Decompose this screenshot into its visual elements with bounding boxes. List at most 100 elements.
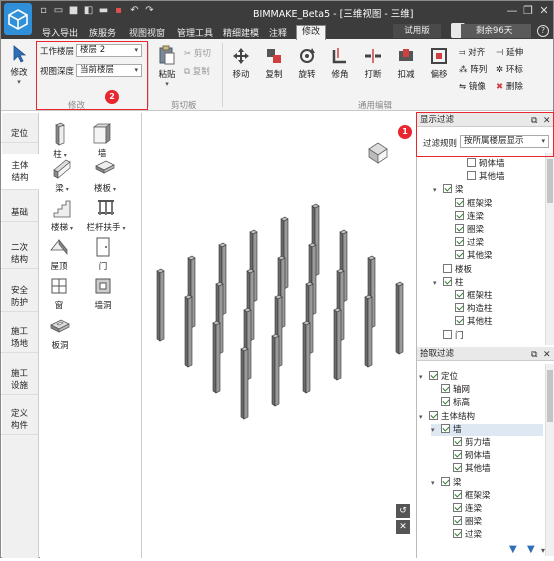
menu-import-export[interactable]: 导入导出: [42, 26, 78, 39]
expand-toggle-icon[interactable]: ▾: [419, 371, 427, 383]
column-element[interactable]: [271, 333, 280, 407]
column-element[interactable]: [212, 320, 221, 394]
component-wall[interactable]: 墙: [89, 123, 115, 159]
tree-item[interactable]: 砌体墙: [443, 450, 543, 462]
undo-icon[interactable]: ↶: [129, 6, 140, 16]
nav-item-safety[interactable]: 安全 防护: [1, 282, 38, 312]
align-button[interactable]: ⫤ 对齐: [459, 46, 485, 58]
checkbox[interactable]: [453, 489, 462, 499]
view-cube-icon[interactable]: [365, 139, 391, 165]
checkbox[interactable]: [467, 158, 476, 167]
checkbox[interactable]: [441, 476, 450, 486]
expand-toggle-icon[interactable]: ▾: [419, 411, 427, 423]
app-logo-icon[interactable]: [4, 3, 32, 35]
checkbox[interactable]: [441, 384, 450, 394]
checkbox[interactable]: [443, 276, 452, 286]
tree-item[interactable]: 连梁: [443, 503, 543, 515]
checkbox[interactable]: [455, 290, 464, 299]
3d-viewport[interactable]: [142, 113, 416, 558]
column-element[interactable]: [333, 307, 342, 381]
column-element[interactable]: [395, 281, 404, 355]
tree-item[interactable]: ▾ 梁: [433, 184, 543, 196]
tree-item[interactable]: 构造柱: [445, 303, 543, 315]
tree-item[interactable]: 剪力墙: [443, 437, 543, 449]
tree-item[interactable]: ▾ 梁: [431, 476, 543, 489]
view-depth-select[interactable]: 当前楼层 ▾: [76, 64, 142, 77]
folder-icon[interactable]: ▬: [98, 6, 109, 16]
checkbox[interactable]: [455, 237, 464, 247]
tree-item[interactable]: 圈梁: [443, 516, 543, 528]
nav-item-positioning[interactable]: 定位: [1, 125, 38, 143]
tree-item[interactable]: 其他梁: [445, 250, 543, 262]
close-view-icon[interactable]: ✕: [396, 520, 410, 534]
tree-item[interactable]: ▾ 墙: [431, 423, 543, 436]
component-column[interactable]: 柱 ▾: [47, 122, 73, 160]
filter-icon[interactable]: ▼: [509, 544, 517, 555]
checkbox[interactable]: [443, 184, 452, 194]
cut-button[interactable]: ✂ 剪切: [184, 47, 211, 59]
pin-icon[interactable]: ⧉: [531, 348, 537, 362]
scrollbar-thumb[interactable]: [547, 159, 553, 203]
loop-button[interactable]: ✲ 环标: [496, 63, 523, 75]
tree-item[interactable]: 楼板: [433, 263, 543, 276]
trim-button[interactable]: 修角: [328, 47, 352, 80]
break-button[interactable]: 打断: [361, 47, 385, 80]
minimize-icon[interactable]: —: [505, 4, 519, 18]
tree-item[interactable]: ▾ 主体结构: [419, 410, 543, 423]
redo-icon[interactable]: ↷: [144, 6, 155, 16]
filter-settings-icon[interactable]: ▼: [527, 544, 535, 555]
column-element[interactable]: [184, 294, 193, 368]
nav-item-secondary-structure[interactable]: 二次 结构: [1, 239, 38, 269]
nav-item-custom-component[interactable]: 定义 构件: [1, 405, 38, 435]
work-level-select[interactable]: 楼层 2 ▾: [76, 44, 142, 57]
column-element[interactable]: [364, 294, 373, 368]
component-wall-opening[interactable]: 墙洞: [89, 277, 117, 311]
mirror-button[interactable]: ⇋ 镜像: [459, 80, 486, 92]
close-icon[interactable]: ✕: [537, 4, 551, 18]
paste-button[interactable]: 粘贴 ▾: [155, 45, 179, 88]
tree-item[interactable]: 门: [433, 329, 543, 342]
tree-item[interactable]: 框架柱: [445, 290, 543, 302]
expand-toggle-icon[interactable]: ▾: [433, 277, 441, 289]
checkbox[interactable]: [429, 371, 438, 380]
open-file-icon[interactable]: ▭: [53, 6, 64, 16]
close-icon[interactable]: ✕: [543, 114, 551, 128]
copy-button[interactable]: 复制: [262, 47, 286, 80]
save-as-icon[interactable]: ◧: [83, 6, 94, 16]
display-filter-scrollbar[interactable]: [545, 153, 554, 345]
pick-filter-scrollbar[interactable]: [545, 364, 554, 556]
restore-icon[interactable]: ❐: [521, 4, 535, 18]
checkbox[interactable]: [455, 210, 464, 220]
tree-item[interactable]: 轴网: [431, 384, 543, 396]
checkbox[interactable]: [443, 329, 452, 339]
tree-item[interactable]: 过梁: [445, 237, 543, 249]
tab-modify[interactable]: 修改: [296, 25, 326, 40]
tree-item[interactable]: 框架梁: [445, 197, 543, 210]
checkbox[interactable]: [441, 423, 450, 433]
buckle-button[interactable]: 扣减: [394, 47, 418, 80]
menu-manage-tools[interactable]: 管理工具: [177, 26, 213, 39]
copy-small-button[interactable]: ⧉ 复制: [184, 65, 210, 77]
expand-toggle-icon[interactable]: ▾: [431, 424, 439, 436]
checkbox[interactable]: [455, 197, 464, 207]
checkbox[interactable]: [453, 516, 462, 526]
filter-rule-select[interactable]: 按所属楼层显示 ▾: [460, 135, 549, 148]
component-railing[interactable]: 栏杆扶手 ▾: [85, 197, 127, 233]
column-element[interactable]: [240, 346, 249, 420]
status-dropdown-icon[interactable]: ▾: [541, 546, 545, 555]
checkbox[interactable]: [441, 397, 450, 407]
close-icon[interactable]: ✕: [543, 348, 551, 362]
checkbox[interactable]: [455, 303, 464, 313]
menu-family-service[interactable]: 族服务: [89, 26, 116, 39]
tree-item[interactable]: 其他柱: [445, 316, 543, 328]
nav-item-site[interactable]: 施工 场地: [1, 323, 38, 353]
move-button[interactable]: 移动: [229, 47, 253, 80]
tree-item[interactable]: 其他墙: [443, 463, 543, 475]
checkbox[interactable]: [453, 463, 462, 473]
checkbox[interactable]: [453, 437, 462, 446]
column-element[interactable]: [156, 268, 165, 342]
nav-item-main-structure[interactable]: 主体 结构: [1, 154, 39, 190]
checkbox[interactable]: [443, 263, 452, 273]
extend-button[interactable]: ⊣ 延伸: [496, 46, 523, 58]
delete-button[interactable]: ✖ 删除: [496, 80, 523, 92]
